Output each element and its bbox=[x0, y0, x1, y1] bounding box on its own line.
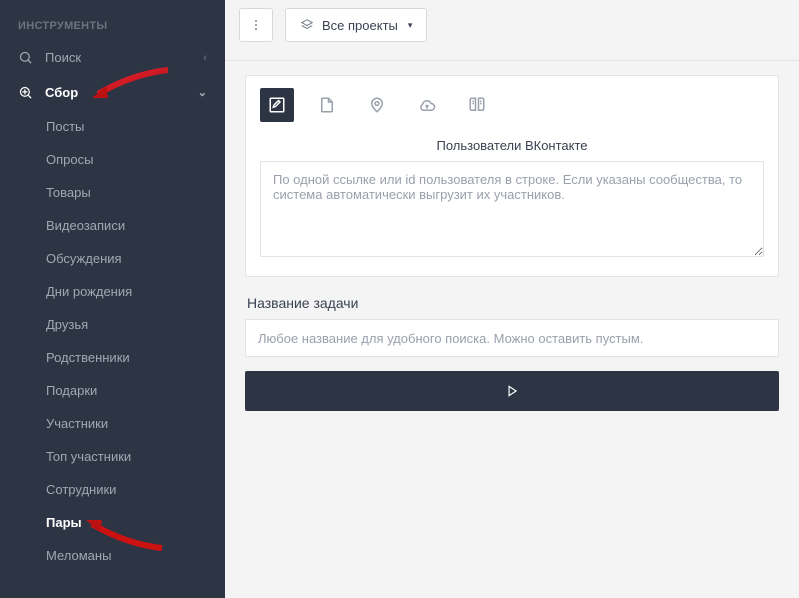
run-button[interactable] bbox=[245, 371, 779, 411]
main-area: Все проекты ▾ bbox=[225, 0, 799, 598]
sidebar-section-header: ИНСТРУМЕНТЫ bbox=[0, 10, 225, 40]
sidebar-subitem[interactable]: Посты bbox=[0, 110, 225, 143]
play-icon bbox=[505, 384, 519, 398]
sidebar-subitem[interactable]: Друзья bbox=[0, 308, 225, 341]
caret-down-icon: ▾ bbox=[408, 20, 413, 31]
sidebar-subitem[interactable]: Сотрудники bbox=[0, 473, 225, 506]
sidebar-subitem[interactable]: Меломаны bbox=[0, 539, 225, 572]
tab-cloud[interactable] bbox=[410, 88, 444, 122]
sidebar-item-label: Сбор bbox=[45, 85, 78, 100]
tab-location[interactable] bbox=[360, 88, 394, 122]
tab-edit[interactable] bbox=[260, 88, 294, 122]
projects-dropdown[interactable]: Все проекты ▾ bbox=[285, 8, 427, 42]
search-icon bbox=[18, 50, 33, 65]
sidebar-subitem[interactable]: Опросы bbox=[0, 143, 225, 176]
section-label: Пользователи ВКонтакте bbox=[246, 134, 778, 161]
sidebar-item-collect[interactable]: Сбор ⌄ bbox=[0, 75, 225, 110]
sidebar-subitem[interactable]: Обсуждения bbox=[0, 242, 225, 275]
users-textarea[interactable] bbox=[260, 161, 764, 257]
file-icon bbox=[318, 96, 336, 114]
sidebar-subitem[interactable]: Подарки bbox=[0, 374, 225, 407]
more-button[interactable] bbox=[239, 8, 273, 42]
tab-file[interactable] bbox=[310, 88, 344, 122]
location-icon bbox=[368, 96, 386, 114]
topbar: Все проекты ▾ bbox=[225, 0, 799, 61]
task-name-label: Название задачи bbox=[247, 295, 779, 311]
sidebar-item-label: Поиск bbox=[45, 50, 81, 65]
sidebar-subitem[interactable]: Участники bbox=[0, 407, 225, 440]
sidebar-subitem[interactable]: Дни рождения bbox=[0, 275, 225, 308]
sidebar-subitem[interactable]: Пары bbox=[0, 506, 225, 539]
sidebar-item-search[interactable]: Поиск ‹ bbox=[0, 40, 225, 75]
tab-strip bbox=[246, 76, 778, 134]
sidebar-subitem[interactable]: Родственники bbox=[0, 341, 225, 374]
content: Пользователи ВКонтакте Название задачи bbox=[225, 61, 799, 411]
sidebar-subitem[interactable]: Топ участники bbox=[0, 440, 225, 473]
input-panel: Пользователи ВКонтакте bbox=[245, 75, 779, 277]
sidebar-subitem[interactable]: Товары bbox=[0, 176, 225, 209]
chevron-down-icon: ⌄ bbox=[198, 86, 207, 99]
collect-icon bbox=[18, 85, 33, 100]
tab-book[interactable] bbox=[460, 88, 494, 122]
book-icon bbox=[468, 96, 486, 114]
chevron-left-icon: ‹ bbox=[203, 52, 207, 64]
edit-icon bbox=[268, 96, 286, 114]
more-vertical-icon bbox=[249, 18, 263, 32]
task-name-input[interactable] bbox=[245, 319, 779, 357]
projects-label: Все проекты bbox=[322, 18, 398, 33]
sidebar-subitem[interactable]: Видеозаписи bbox=[0, 209, 225, 242]
sidebar: ИНСТРУМЕНТЫ Поиск ‹ Сбор ⌄ ПостыОпросыТо… bbox=[0, 0, 225, 598]
cloud-icon bbox=[418, 96, 436, 114]
layers-icon bbox=[300, 18, 314, 32]
